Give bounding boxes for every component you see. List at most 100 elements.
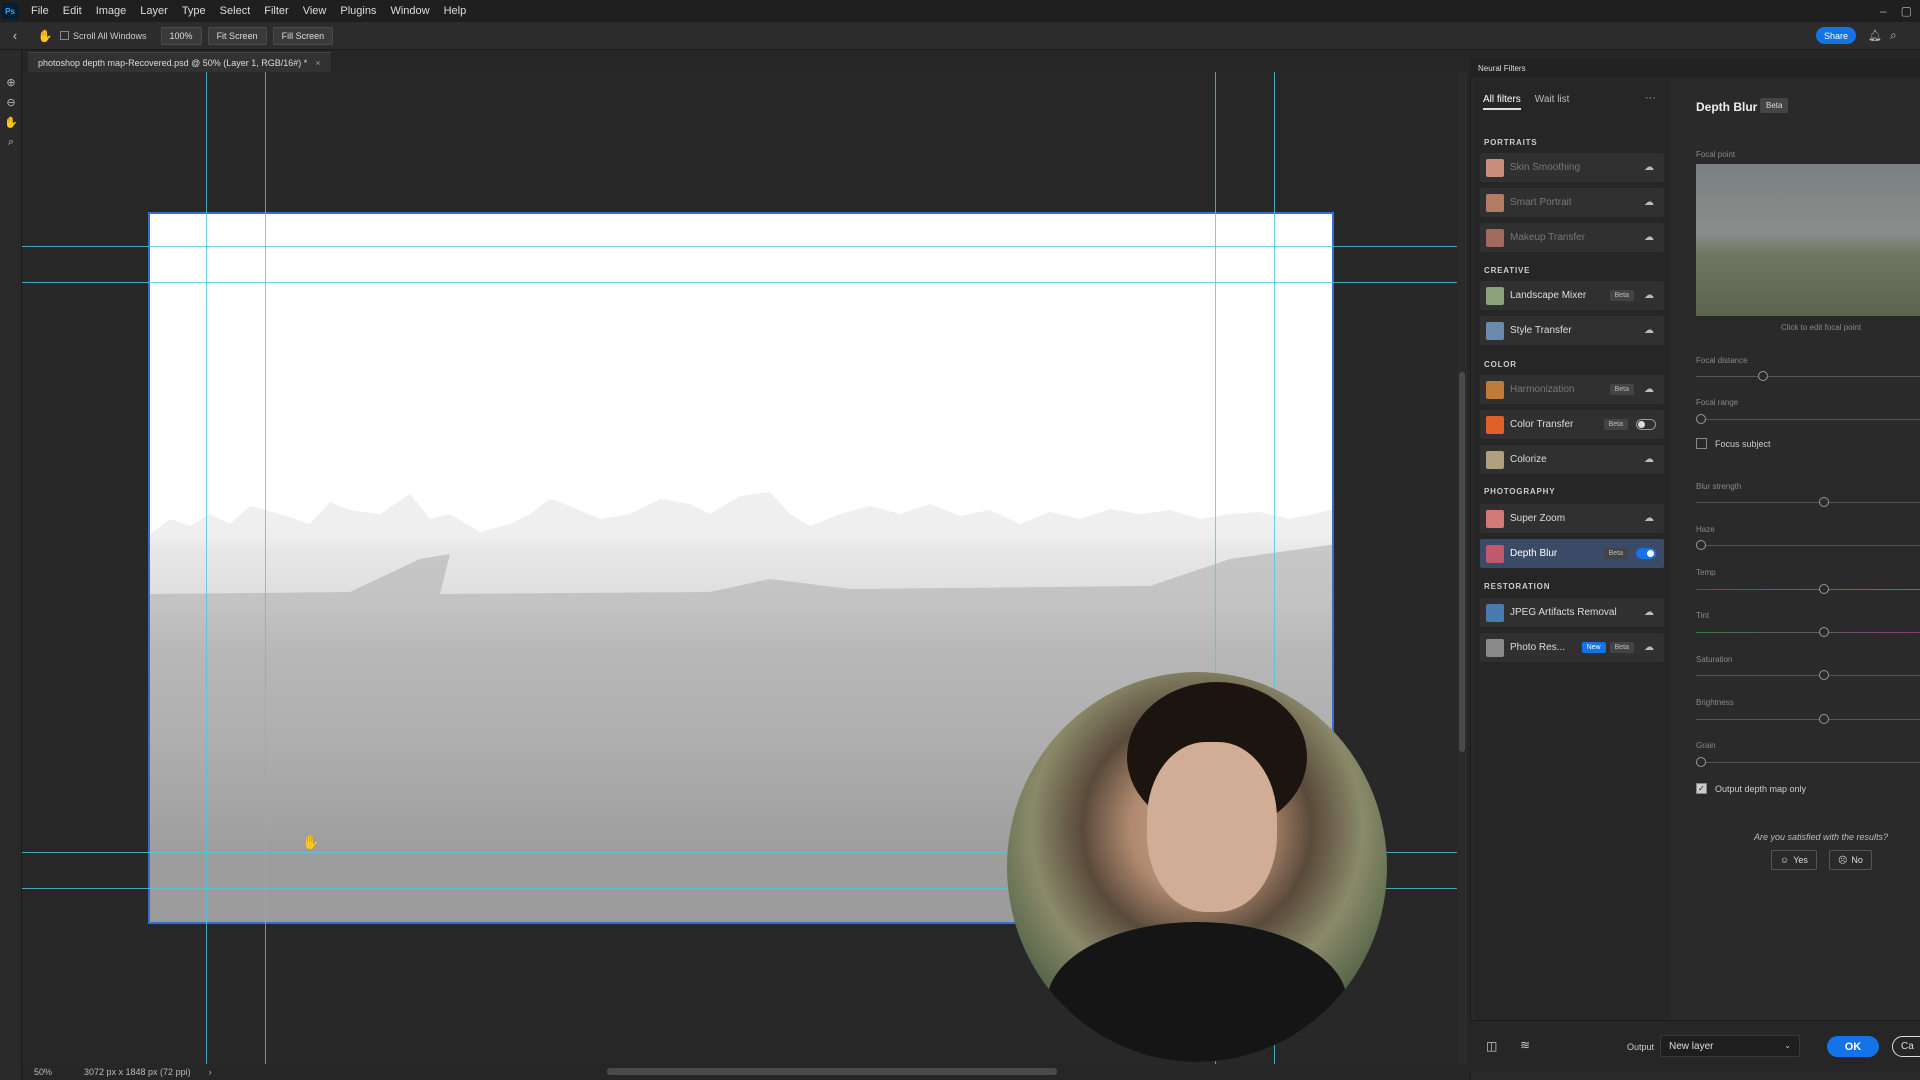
focal-point-preview[interactable] (1696, 164, 1920, 316)
filter-smart-portrait[interactable]: Smart Portrait ☁ (1480, 188, 1664, 217)
menu-layer[interactable]: Layer (133, 5, 175, 17)
minimize-icon[interactable]: – (1880, 4, 1887, 18)
filter-skin-smoothing[interactable]: Skin Smoothing ☁ (1480, 153, 1664, 182)
filter-super-zoom[interactable]: Super Zoom ☁ (1480, 504, 1664, 533)
slider-knob[interactable] (1819, 670, 1829, 680)
slider-knob[interactable] (1819, 714, 1829, 724)
document-tab[interactable]: photoshop depth map-Recovered.psd @ 50% … (28, 52, 331, 72)
checkbox-checked-icon[interactable]: ✓ (1696, 783, 1707, 794)
tab-all-filters[interactable]: All filters (1483, 94, 1521, 110)
slider-knob[interactable] (1696, 757, 1706, 767)
filter-color-transfer[interactable]: Color Transfer Beta (1480, 410, 1664, 439)
close-icon[interactable]: × (315, 58, 320, 68)
focal-range-slider[interactable] (1696, 414, 1920, 424)
no-button[interactable]: ☹ No (1829, 850, 1872, 870)
filter-colorize[interactable]: Colorize ☁ (1480, 445, 1664, 474)
focus-subject-checkbox[interactable]: Focus subject (1696, 438, 1771, 449)
grain-slider[interactable] (1696, 757, 1920, 767)
share-button[interactable]: Share (1816, 27, 1856, 44)
menu-filter[interactable]: Filter (257, 5, 295, 17)
brightness-slider[interactable] (1696, 714, 1920, 724)
vertical-scrollbar[interactable] (1457, 72, 1467, 1064)
horizontal-scrollbar[interactable] (607, 1068, 1057, 1075)
cloud-download-icon[interactable]: ☁ (1642, 290, 1656, 301)
maximize-icon[interactable]: ▢ (1901, 4, 1912, 18)
filter-jpeg-artifacts-removal[interactable]: JPEG Artifacts Removal ☁ (1480, 598, 1664, 627)
cloud-download-icon[interactable]: ☁ (1642, 454, 1656, 465)
filter-photo-restoration[interactable]: Photo Res... New Beta ☁ (1480, 633, 1664, 662)
menu-help[interactable]: Help (437, 5, 474, 17)
menu-plugins[interactable]: Plugins (333, 5, 383, 17)
focal-distance-slider[interactable] (1696, 371, 1920, 381)
fill-screen-button[interactable]: Fill Screen (272, 26, 334, 45)
yes-button[interactable]: ☺ Yes (1771, 850, 1817, 870)
beta-badge: Beta (1609, 642, 1634, 653)
temp-slider[interactable] (1696, 584, 1920, 594)
haze-slider[interactable] (1696, 540, 1920, 550)
filter-thumbnail (1486, 603, 1504, 622)
slider-knob[interactable] (1696, 414, 1706, 424)
checkbox-box[interactable] (1696, 438, 1707, 449)
slider-knob[interactable] (1758, 371, 1768, 381)
filter-toggle[interactable] (1636, 548, 1656, 559)
guide-horizontal[interactable] (22, 246, 1457, 247)
menu-file[interactable]: File (24, 5, 56, 17)
chevron-right-icon[interactable]: › (209, 1067, 212, 1077)
zoom-in-icon[interactable]: ⊕ (0, 72, 22, 92)
notifications-icon[interactable]: 🔔︎ (1868, 29, 1882, 42)
menu-image[interactable]: Image (89, 5, 134, 17)
slider-knob[interactable] (1819, 584, 1829, 594)
fit-screen-button[interactable]: Fit Screen (207, 26, 267, 45)
ok-button[interactable]: OK (1827, 1036, 1879, 1057)
menu-edit[interactable]: Edit (56, 5, 89, 17)
filter-toggle[interactable] (1636, 419, 1656, 430)
compare-icon[interactable]: ◫ (1486, 1039, 1497, 1053)
scrollbar-thumb[interactable] (1459, 372, 1465, 752)
more-options-icon[interactable]: ··· (1645, 92, 1656, 104)
cancel-button[interactable]: Ca (1892, 1036, 1920, 1057)
filter-depth-blur[interactable]: Depth Blur Beta (1480, 539, 1664, 568)
cloud-download-icon[interactable]: ☁ (1642, 513, 1656, 524)
filter-label: JPEG Artifacts Removal (1510, 607, 1617, 618)
search-icon[interactable]: ⌕ (1890, 28, 1897, 43)
output-select[interactable]: New layer ⌄ (1660, 1035, 1800, 1057)
cloud-download-icon[interactable]: ☁ (1642, 325, 1656, 336)
guide-vertical[interactable] (206, 72, 207, 1064)
filter-style-transfer[interactable]: Style Transfer ☁ (1480, 316, 1664, 345)
cloud-download-icon[interactable]: ☁ (1642, 607, 1656, 618)
tint-slider[interactable] (1696, 627, 1920, 637)
filter-harmonization[interactable]: Harmonization Beta ☁ (1480, 375, 1664, 404)
checkbox-box[interactable] (60, 31, 69, 40)
zoom-icon[interactable]: ⌕ (0, 132, 22, 152)
menu-view[interactable]: View (296, 5, 334, 17)
canvas-area[interactable]: ✋ (22, 72, 1457, 1064)
output-depth-map-checkbox[interactable]: ✓ Output depth map only (1696, 783, 1806, 794)
cloud-download-icon[interactable]: ☁ (1642, 642, 1656, 653)
layers-icon[interactable]: ≋ (1520, 1038, 1530, 1052)
zoom-out-icon[interactable]: ⊖ (0, 92, 22, 112)
slider-knob[interactable] (1819, 497, 1829, 507)
scroll-all-windows-checkbox[interactable]: Scroll All Windows (60, 31, 147, 41)
tab-wait-list[interactable]: Wait list (1535, 94, 1570, 110)
cloud-download-icon[interactable]: ☁ (1642, 197, 1656, 208)
cloud-download-icon[interactable]: ☁ (1642, 384, 1656, 395)
guide-horizontal[interactable] (22, 282, 1457, 283)
menu-window[interactable]: Window (383, 5, 436, 17)
slider-knob[interactable] (1819, 627, 1829, 637)
back-arrow-icon[interactable]: ‹ (0, 28, 30, 43)
saturation-slider[interactable] (1696, 670, 1920, 680)
blur-strength-slider[interactable] (1696, 497, 1920, 507)
zoom-level[interactable]: 50% (34, 1067, 78, 1077)
cloud-download-icon[interactable]: ☁ (1642, 162, 1656, 173)
beta-badge: Beta (1609, 384, 1634, 395)
filter-landscape-mixer[interactable]: Landscape Mixer Beta ☁ (1480, 281, 1664, 310)
menu-type[interactable]: Type (175, 5, 213, 17)
zoom-100-button[interactable]: 100% (160, 26, 202, 45)
hand-tool-icon[interactable]: ✋ (30, 29, 60, 43)
menu-select[interactable]: Select (213, 5, 258, 17)
slider-knob[interactable] (1696, 540, 1706, 550)
filter-makeup-transfer[interactable]: Makeup Transfer ☁ (1480, 223, 1664, 252)
guide-vertical[interactable] (265, 72, 266, 1064)
hand-icon[interactable]: ✋ (0, 112, 22, 132)
cloud-download-icon[interactable]: ☁ (1642, 232, 1656, 243)
